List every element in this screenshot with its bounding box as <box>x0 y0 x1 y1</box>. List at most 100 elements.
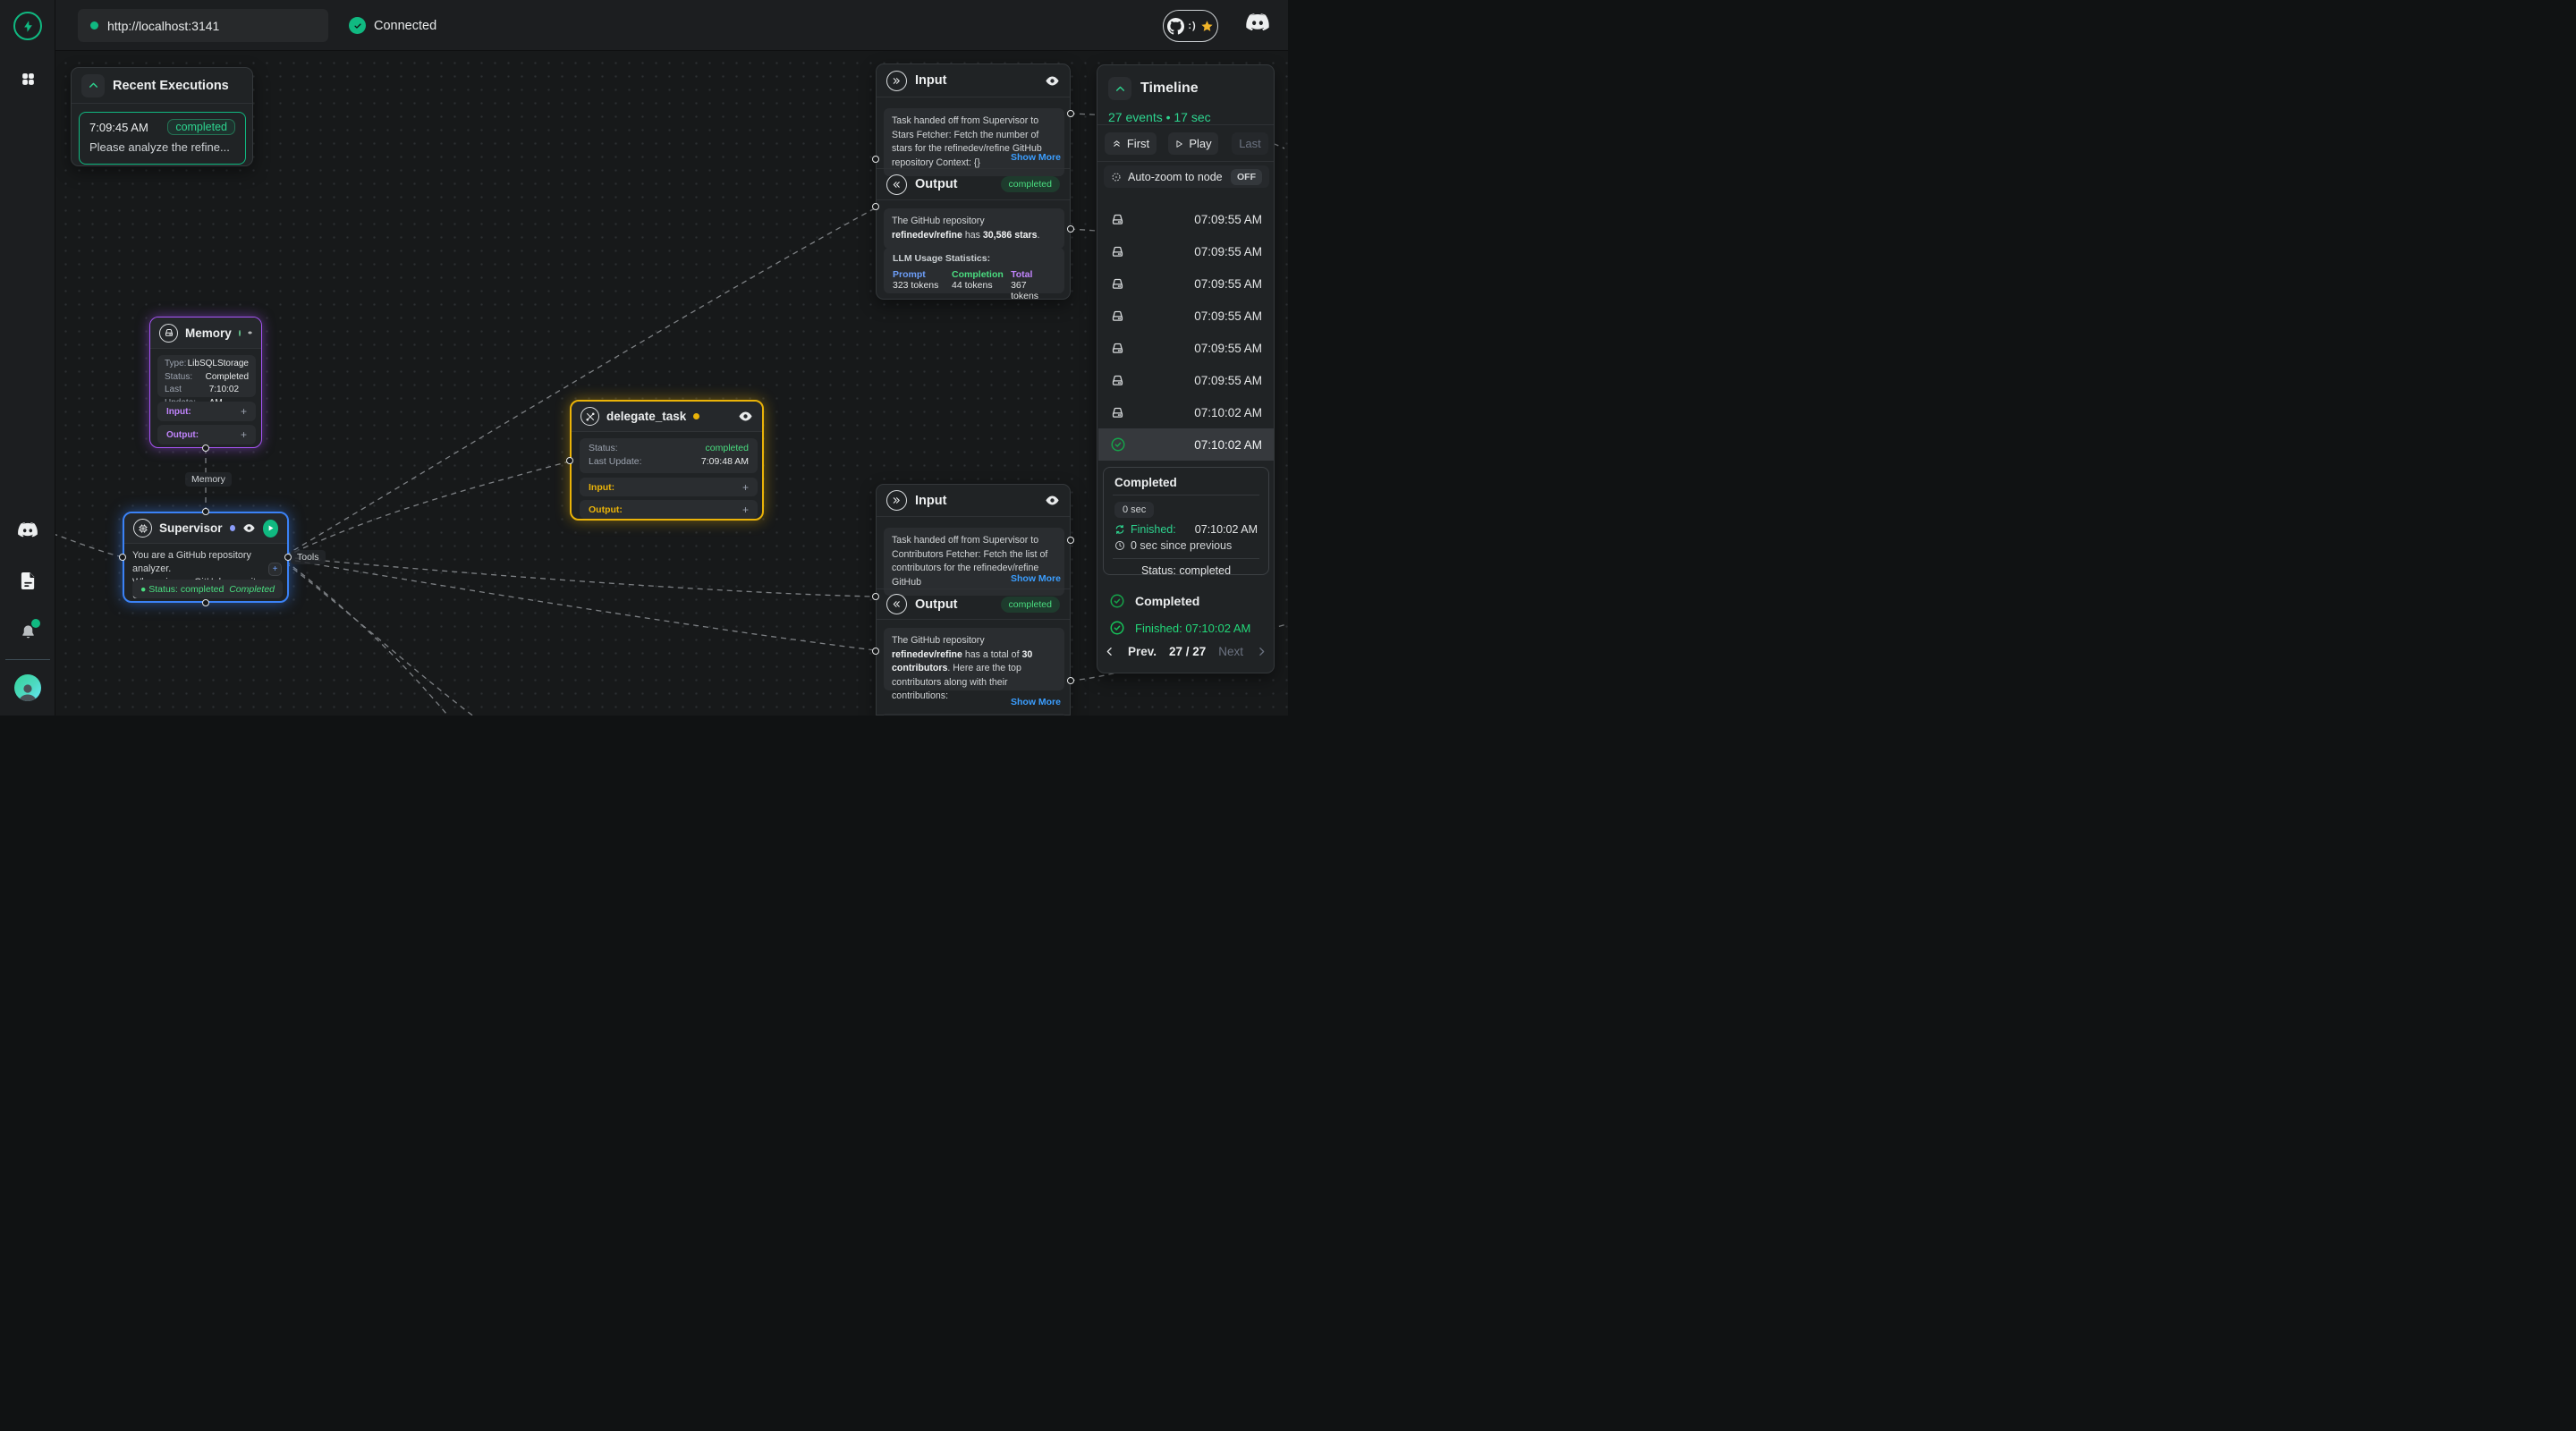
app-logo[interactable] <box>0 12 55 40</box>
chevrons-left-icon <box>892 180 902 190</box>
auto-zoom-toggle[interactable]: Auto-zoom to node OFF <box>1104 165 1269 188</box>
apps-grid-button[interactable] <box>0 71 55 88</box>
connection-status: Connected <box>349 9 436 42</box>
memory-input-label: Input: <box>166 407 191 417</box>
connector-handle[interactable] <box>1067 677 1074 684</box>
input-icon-circle <box>886 71 907 91</box>
timeline-last-button[interactable]: Last <box>1232 132 1268 155</box>
collapse-recent-executions-button[interactable] <box>81 74 105 97</box>
notifications-button[interactable] <box>0 622 55 641</box>
show-more-link[interactable]: Show More <box>1011 152 1061 163</box>
show-more-link[interactable]: Show More <box>1011 697 1061 707</box>
prompt-label: Prompt <box>893 269 952 280</box>
connector-handle[interactable] <box>1067 110 1074 117</box>
user-avatar[interactable] <box>0 674 55 701</box>
output-status-badge: completed <box>1001 597 1060 613</box>
github-star-button[interactable]: :) <box>1163 10 1218 42</box>
timeline-first-button[interactable]: First <box>1105 132 1157 155</box>
timeline-event-row[interactable]: 07:09:55 AM <box>1098 332 1274 364</box>
prev-button[interactable]: Prev. <box>1128 645 1157 658</box>
delegate-status-label: Status: <box>589 442 618 455</box>
next-box-edge <box>884 714 1064 716</box>
connector-handle[interactable] <box>202 508 209 515</box>
database-icon <box>164 327 174 338</box>
timeline-summary: 27 events • 17 sec <box>1108 110 1211 124</box>
auto-zoom-state: OFF <box>1231 169 1262 185</box>
detail-duration-badge: 0 sec <box>1114 502 1154 518</box>
run-agent-button[interactable] <box>263 520 278 538</box>
supervisor-node-icon <box>133 519 152 538</box>
contributors-io-panel: Input Task handed off from Supervisor to… <box>876 484 1071 716</box>
docs-button[interactable] <box>0 572 55 590</box>
memory-node[interactable]: Memory Type:LibSQLStorage Status:Complet… <box>149 317 262 448</box>
output-message: The GitHub repository refinedev/refine h… <box>884 628 1064 690</box>
smiley-text: :) <box>1188 21 1196 31</box>
delegate-task-node[interactable]: delegate_task Status:completed Last Upda… <box>570 400 764 521</box>
input-message: Task handed off from Supervisor to Contr… <box>884 528 1064 596</box>
show-more-link[interactable]: Show More <box>1011 573 1061 584</box>
recent-executions-panel: Recent Executions 7:09:45 AM completed P… <box>71 67 253 166</box>
input-icon-circle <box>886 490 907 511</box>
connector-handle[interactable] <box>119 554 126 561</box>
timeline-footer-completed: Completed <box>1109 593 1199 609</box>
connector-handle[interactable] <box>1067 537 1074 544</box>
eye-icon[interactable] <box>248 326 252 340</box>
notification-dot <box>31 619 40 628</box>
lightning-icon <box>21 20 35 33</box>
timeline-event-row[interactable]: 07:09:55 AM <box>1098 267 1274 300</box>
delegate-input-row[interactable]: Input: + <box>580 478 758 496</box>
edge-label-tools: Tools <box>291 550 326 564</box>
expand-input-button[interactable]: + <box>241 405 247 418</box>
eye-icon[interactable] <box>1045 493 1060 508</box>
discord-sidebar-button[interactable] <box>0 522 55 538</box>
delegate-output-row[interactable]: Output: + <box>580 500 758 519</box>
connector-handle[interactable] <box>872 156 879 163</box>
left-sidebar <box>0 0 55 716</box>
server-url-input[interactable]: http://localhost:3141 <box>78 9 328 42</box>
connector-handle[interactable] <box>872 648 879 655</box>
connector-handle[interactable] <box>566 457 573 464</box>
server-status-dot <box>90 21 98 30</box>
expand-output-button[interactable]: + <box>742 504 749 516</box>
stars-io-panel: Input Task handed off from Supervisor to… <box>876 64 1071 300</box>
timeline-event-row[interactable]: 07:09:55 AM <box>1098 364 1274 396</box>
delegate-status-dot <box>693 413 699 419</box>
eye-icon[interactable] <box>1045 73 1060 89</box>
eye-icon[interactable] <box>738 409 753 424</box>
connector-handle[interactable] <box>1067 225 1074 233</box>
collapse-timeline-button[interactable] <box>1108 77 1131 100</box>
timeline-play-button[interactable]: Play <box>1168 132 1218 155</box>
output-status-badge: completed <box>1001 176 1060 192</box>
timeline-event-row[interactable]: 07:09:55 AM <box>1098 235 1274 267</box>
chevron-right-icon[interactable] <box>1256 646 1267 657</box>
memory-input-row[interactable]: Input: + <box>157 402 256 421</box>
memory-output-row[interactable]: Output: + <box>157 425 256 445</box>
memory-node-icon <box>159 324 178 343</box>
connected-label: Connected <box>374 19 436 33</box>
supervisor-node[interactable]: Supervisor You are a GitHub repository a… <box>123 512 289 603</box>
check-circle-icon <box>1109 620 1125 636</box>
connector-handle[interactable] <box>872 593 879 600</box>
connector-handle[interactable] <box>202 599 209 606</box>
chevron-left-icon[interactable] <box>1104 646 1115 657</box>
connector-handle[interactable] <box>202 445 209 452</box>
timeline-event-row[interactable]: 07:10:02 AM <box>1098 396 1274 428</box>
output-message: The GitHub repository refinedev/refine h… <box>884 208 1064 249</box>
connector-handle[interactable] <box>284 554 292 561</box>
discord-button[interactable] <box>1245 13 1270 32</box>
delegate-info-box: Status:completed Last Update:7:09:48 AM <box>580 438 758 473</box>
expand-instructions-button[interactable]: + <box>268 563 282 576</box>
star-icon <box>1200 20 1214 33</box>
next-button[interactable]: Next <box>1218 645 1243 658</box>
execution-run-card[interactable]: 7:09:45 AM completed Please analyze the … <box>79 112 246 165</box>
clock-icon <box>1114 540 1125 551</box>
chevron-up-icon <box>88 80 99 91</box>
timeline-event-row[interactable]: 07:09:55 AM <box>1098 300 1274 332</box>
connector-handle[interactable] <box>872 203 879 210</box>
timeline-event-row[interactable]: 07:09:55 AM <box>1098 203 1274 235</box>
eye-icon[interactable] <box>242 521 256 536</box>
expand-input-button[interactable]: + <box>742 481 749 494</box>
expand-output-button[interactable]: + <box>241 428 247 441</box>
timeline-event-row-active[interactable]: 07:10:02 AM <box>1098 428 1274 461</box>
supervisor-status-text: ● Status: completed <box>140 584 224 595</box>
